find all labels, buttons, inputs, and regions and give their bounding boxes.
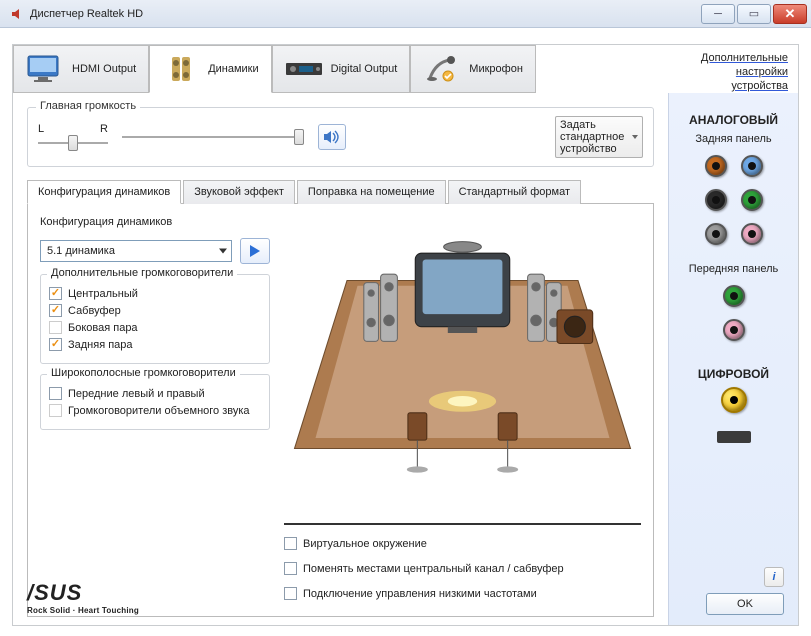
subtab-speaker-config[interactable]: Конфигурация динамиков	[27, 180, 181, 204]
main-volume-group: Главная громкость LR Задать стандартное	[27, 107, 654, 167]
tab-mic-label: Микрофон	[469, 63, 523, 75]
jack-digital-coax[interactable]	[721, 387, 747, 413]
jack-back-4[interactable]	[741, 189, 763, 211]
set-default-device-button[interactable]: Задать стандартное устройство	[555, 116, 643, 158]
jack-front-1[interactable]	[723, 285, 745, 307]
tab-hdmi[interactable]: HDMI Output	[13, 45, 149, 93]
volume-small-icon	[10, 7, 24, 21]
app-frame: HDMI Output Динамики Digital Output Микр…	[12, 44, 799, 626]
config-column: Конфигурация динамиков 5.1 динамика Допо…	[40, 216, 270, 604]
speaker-room-visual[interactable]	[284, 216, 641, 513]
play-test-button[interactable]	[240, 238, 270, 264]
tab-speakers-label: Динамики	[208, 63, 258, 75]
jack-front-2[interactable]	[723, 319, 745, 341]
footer: /SUS Rock Solid · Heart Touching i OK	[13, 571, 798, 625]
config-label: Конфигурация динамиков	[40, 216, 270, 228]
analog-label: АНАЛОГОВЫЙ	[689, 113, 778, 127]
volume-icon	[323, 129, 341, 145]
room-column: Виртуальное окружение Поменять местами ц…	[284, 216, 641, 604]
chk-center[interactable]	[49, 287, 62, 300]
device-tabs: HDMI Output Динамики Digital Output Микр…	[13, 45, 798, 93]
room-svg	[284, 216, 641, 513]
chk-rear-pair[interactable]	[49, 338, 62, 351]
fullrange-speakers-group: Широкополосные громкоговорители Передние…	[40, 374, 270, 430]
advanced-link-box: Дополнительные настройки устройства	[668, 45, 798, 93]
monitor-icon	[26, 52, 64, 86]
volume-slider[interactable]	[122, 129, 304, 145]
jack-back-5[interactable]	[705, 223, 727, 245]
chk-side-pair	[49, 321, 62, 334]
subtab-room-correction[interactable]: Поправка на помещение	[297, 180, 446, 204]
connector-panel: АНАЛОГОВЫЙ Задняя панель Передняя панель…	[668, 93, 798, 625]
extra-speakers-group: Дополнительные громкоговорители Централь…	[40, 274, 270, 364]
play-icon	[250, 245, 260, 257]
tab-mic[interactable]: Микрофон	[410, 45, 536, 93]
maximize-button[interactable]: ▭	[737, 4, 771, 24]
subtab-default-format[interactable]: Стандартный формат	[448, 180, 581, 204]
titlebar: Диспетчер Realtek HD ─ ▭ ✕	[0, 0, 811, 28]
window-title: Диспетчер Realtek HD	[4, 7, 699, 21]
sub-tabs: Конфигурация динамиков Звуковой эффект П…	[27, 179, 654, 204]
digital-label: ЦИФРОВОЙ	[698, 367, 769, 381]
advanced-settings-link[interactable]: Дополнительные настройки устройства	[678, 51, 788, 93]
main-volume-title: Главная громкость	[36, 100, 140, 112]
back-panel-label: Задняя панель	[695, 133, 771, 145]
ok-button[interactable]: OK	[706, 593, 784, 615]
chk-subwoofer[interactable]	[49, 304, 62, 317]
minimize-button[interactable]: ─	[701, 4, 735, 24]
tab-digital-label: Digital Output	[331, 63, 398, 75]
info-button[interactable]: i	[764, 567, 784, 587]
speaker-config-panel: Конфигурация динамиков 5.1 динамика Допо…	[27, 204, 654, 617]
body: Главная громкость LR Задать стандартное	[13, 93, 798, 625]
subtab-sound-effect[interactable]: Звуковой эффект	[183, 180, 295, 204]
receiver-icon	[285, 52, 323, 86]
mic-icon	[423, 52, 461, 86]
jack-back-1[interactable]	[705, 155, 727, 177]
jack-digital-hdmi[interactable]	[717, 431, 751, 443]
balance-slider[interactable]: LR	[38, 123, 108, 151]
left-pane: Главная громкость LR Задать стандартное	[13, 93, 668, 625]
tab-hdmi-label: HDMI Output	[72, 63, 136, 75]
brand-logo: /SUS Rock Solid · Heart Touching	[27, 580, 139, 615]
close-button[interactable]: ✕	[773, 4, 807, 24]
chk-front-lr-fullrange[interactable]	[49, 387, 62, 400]
mute-button[interactable]	[318, 124, 346, 150]
speaker-config-select[interactable]: 5.1 динамика	[40, 240, 232, 262]
speakers-icon	[162, 52, 200, 86]
tab-digital[interactable]: Digital Output	[272, 45, 411, 93]
jack-back-3[interactable]	[705, 189, 727, 211]
jack-back-2[interactable]	[741, 155, 763, 177]
chk-surround-fullrange	[49, 404, 62, 417]
jack-back-6[interactable]	[741, 223, 763, 245]
front-panel-label: Передняя панель	[689, 263, 779, 275]
tab-speakers[interactable]: Динамики	[149, 45, 271, 93]
chk-virtual-surround[interactable]	[284, 537, 297, 550]
